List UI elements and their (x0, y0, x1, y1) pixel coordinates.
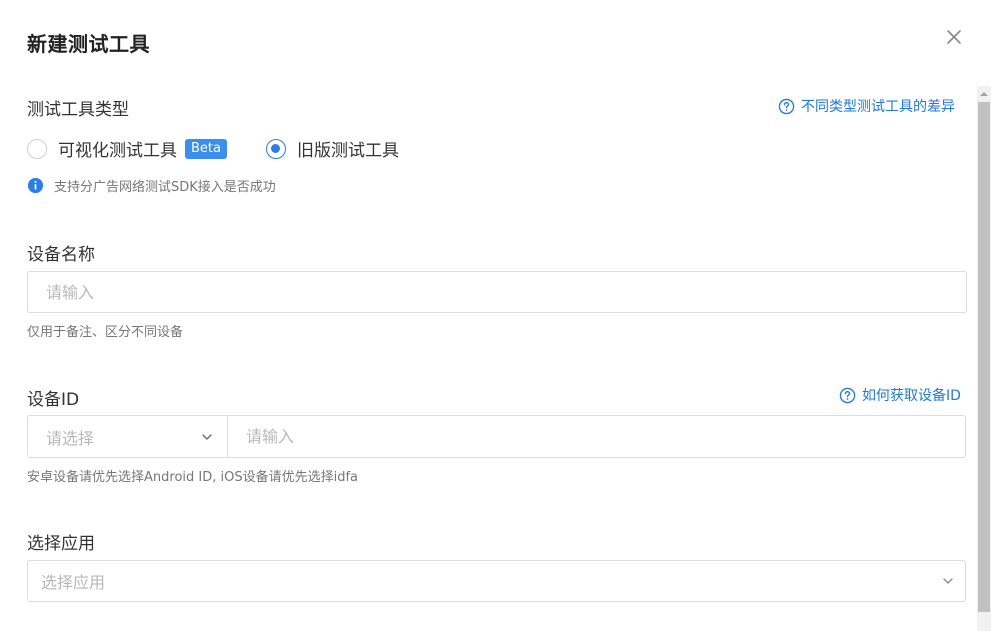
tool-type-info-text: 支持分广告网络测试SDK接入是否成功 (54, 180, 276, 195)
question-circle-icon (839, 387, 856, 403)
app-select-placeholder: 选择应用 (41, 573, 106, 592)
chevron-down-icon (202, 433, 212, 440)
app-select[interactable]: 选择应用 (27, 560, 966, 602)
app-select-label: 选择应用 (27, 534, 95, 554)
device-name-field[interactable] (27, 271, 967, 313)
close-icon (947, 30, 961, 44)
device-id-combo: 请选择 (27, 415, 966, 458)
scroll-up-arrow-icon[interactable] (977, 86, 991, 102)
radio-visual-tool-label: 可视化测试工具 (58, 141, 177, 161)
device-id-value-field[interactable] (228, 416, 965, 457)
radio-legacy-tool-label: 旧版测试工具 (297, 141, 399, 161)
close-button[interactable] (943, 26, 965, 48)
device-id-help-link[interactable]: 如何获取设备ID (839, 385, 961, 405)
device-name-hint: 仅用于备注、区分不同设备 (27, 325, 184, 340)
question-circle-icon (778, 98, 795, 114)
info-icon (27, 177, 44, 194)
dialog-title: 新建测试工具 (27, 32, 150, 56)
tool-type-diff-link-text: 不同类型测试工具的差异 (801, 99, 955, 115)
scrollbar[interactable] (977, 86, 991, 631)
device-id-type-placeholder: 请选择 (46, 428, 95, 448)
chevron-down-icon (943, 578, 953, 584)
tool-type-label: 测试工具类型 (27, 100, 129, 120)
scrollbar-thumb[interactable] (978, 102, 990, 612)
beta-badge: Beta (185, 138, 227, 159)
tool-type-info: 支持分广告网络测试SDK接入是否成功 (27, 176, 276, 195)
device-id-type-select[interactable]: 请选择 (28, 416, 228, 457)
device-name-input[interactable] (46, 282, 966, 302)
tool-type-diff-link[interactable]: 不同类型测试工具的差异 (778, 96, 955, 116)
device-id-help-link-text: 如何获取设备ID (862, 388, 961, 404)
device-id-input[interactable] (246, 427, 965, 446)
radio-visual-tool[interactable]: 可视化测试工具 Beta (27, 136, 227, 161)
radio-legacy-tool[interactable]: 旧版测试工具 (266, 136, 399, 161)
device-name-label: 设备名称 (27, 245, 95, 265)
radio-visual-tool-circle[interactable] (27, 138, 47, 159)
new-test-tool-dialog: 新建测试工具 测试工具类型 不同类型测试工具的差异 可视化测试工具 Beta 旧… (0, 0, 991, 631)
device-id-hint: 安卓设备请优先选择Android ID, iOS设备请优先选择idfa (27, 470, 359, 485)
device-id-label: 设备ID (27, 390, 80, 410)
radio-legacy-tool-circle[interactable] (266, 138, 286, 159)
